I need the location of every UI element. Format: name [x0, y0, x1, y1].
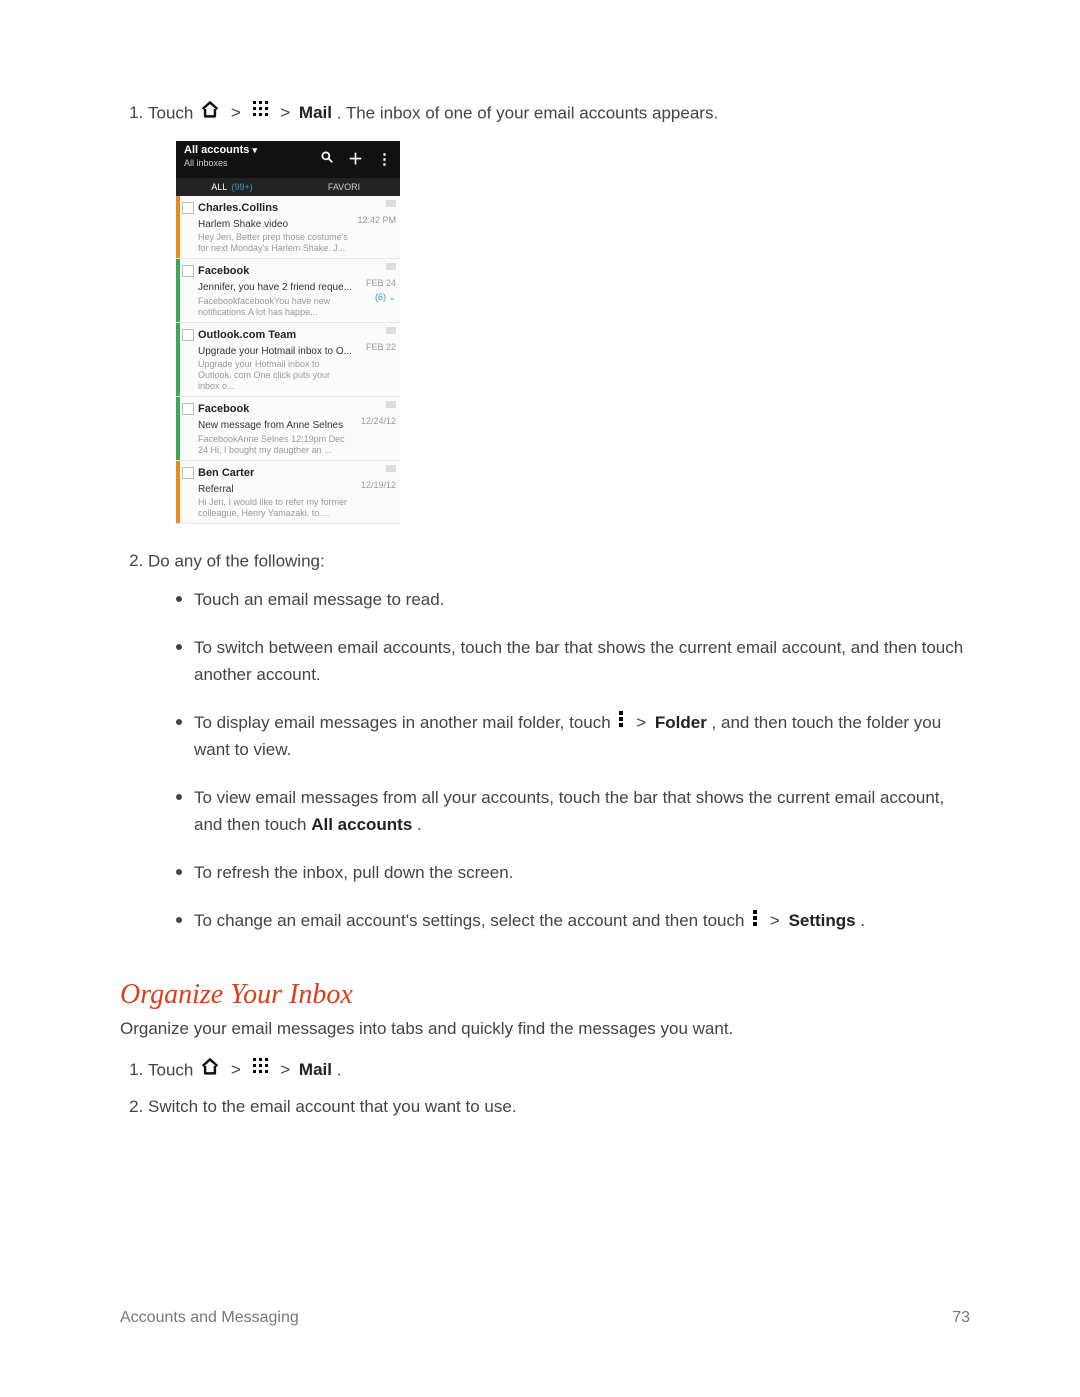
step1-prefix: Touch: [148, 103, 198, 122]
mail-time: FEB 22: [356, 341, 396, 355]
mail-list-item[interactable]: Ben CarterReferralHi Jen, I would like t…: [176, 461, 400, 525]
section-title: Organize Your Inbox: [120, 979, 970, 1011]
mail-checkbox[interactable]: [180, 397, 196, 460]
mail-preview: Hey Jen, Better prep those costume's for…: [198, 232, 354, 254]
mail-list-item[interactable]: FacebookNew message from Anne SelnesFace…: [176, 397, 400, 461]
mail-checkbox[interactable]: [180, 323, 196, 397]
mail-time: FEB 24: [356, 277, 396, 291]
mail-thread-count: (6) ⌄: [356, 291, 396, 305]
gt-2: >: [280, 103, 290, 122]
mail-time: 12:42 PM: [356, 214, 396, 228]
mail-time: 12/24/12: [356, 415, 396, 429]
organize-steps: Touch > > Mail . Switch to the email acc…: [120, 1057, 970, 1120]
mail-topbar[interactable]: All accounts ▾ All inboxes ＋ ⋮: [176, 141, 400, 178]
bullet-settings: To change an email account's settings, s…: [176, 908, 970, 935]
mail-sender: Facebook: [198, 401, 354, 418]
mail-preview: FacebookAnne Selnes 12:19pm Dec 24 Hi, I…: [198, 434, 354, 456]
apps-grid-icon: [252, 1057, 270, 1083]
mail-sender: Outlook.com Team: [198, 327, 354, 344]
mail-preview: FacebookfacebookYou have new notificatio…: [198, 296, 354, 318]
mail-sender: Ben Carter: [198, 465, 354, 482]
section-desc: Organize your email messages into tabs a…: [120, 1019, 970, 1039]
mail-sender: Charles.Collins: [198, 200, 354, 217]
compose-icon[interactable]: ＋: [348, 148, 363, 171]
flag-icon[interactable]: [386, 327, 396, 334]
step2-bullets: Touch an email message to read. To switc…: [148, 587, 970, 935]
mail-subject: Referral: [198, 482, 354, 498]
mail-subject: New message from Anne Selnes: [198, 418, 354, 434]
mail-list: Charles.CollinsHarlem Shake videoHey Jen…: [176, 196, 400, 525]
step2-intro: Do any of the following:: [148, 552, 325, 571]
mail-preview: Upgrade your Hotmail inbox to Outlook. c…: [198, 359, 354, 392]
apps-grid-icon: [252, 100, 270, 126]
page-footer: Accounts and Messaging 73: [120, 1309, 970, 1327]
settings-label: Settings: [789, 911, 856, 930]
bullet-folder: To display email messages in another mai…: [176, 710, 970, 763]
step1-suffix: . The inbox of one of your email account…: [337, 103, 718, 122]
home-icon: [200, 100, 220, 126]
mail-checkbox[interactable]: [180, 259, 196, 322]
mail-checkbox[interactable]: [180, 461, 196, 524]
mail-tabs: ALL (99+) FAVORI: [176, 178, 400, 196]
gt-1: >: [231, 103, 241, 122]
mail-subject: Upgrade your Hotmail inbox to O...: [198, 344, 354, 360]
mail-time: 12/19/12: [356, 479, 396, 493]
mail-preview: Hi Jen, I would like to refer my former …: [198, 497, 354, 519]
organize-step1: Touch > > Mail .: [148, 1057, 970, 1084]
mail-label: Mail: [299, 1060, 332, 1079]
mail-app-screenshot: All accounts ▾ All inboxes ＋ ⋮ ALL (9: [176, 141, 400, 525]
overflow-menu-icon: [751, 909, 759, 935]
bullet-all-accounts: To view email messages from all your acc…: [176, 785, 970, 838]
bullet-read: Touch an email message to read.: [176, 587, 970, 613]
account-switcher[interactable]: All accounts ▾ All inboxes: [184, 144, 257, 170]
topbar-title: All accounts: [184, 144, 249, 156]
bullet-switch-account: To switch between email accounts, touch …: [176, 635, 970, 688]
steps-list-first: Touch > > Mail . The inbox of one of you…: [120, 100, 970, 935]
flag-icon[interactable]: [386, 465, 396, 472]
footer-left: Accounts and Messaging: [120, 1309, 299, 1327]
mail-list-item[interactable]: Charles.CollinsHarlem Shake videoHey Jen…: [176, 196, 400, 260]
tab-all[interactable]: ALL (99+): [176, 178, 288, 196]
mail-list-item[interactable]: FacebookJennifer, you have 2 friend requ…: [176, 259, 400, 323]
tab-favorites[interactable]: FAVORI: [288, 178, 400, 196]
folder-label: Folder: [655, 713, 707, 732]
mail-list-item[interactable]: Outlook.com TeamUpgrade your Hotmail inb…: [176, 323, 400, 398]
home-icon: [200, 1057, 220, 1083]
search-icon[interactable]: [320, 148, 334, 171]
flag-icon[interactable]: [386, 263, 396, 270]
mail-subject: Jennifer, you have 2 friend reque...: [198, 280, 354, 296]
overflow-menu-icon[interactable]: ⋮: [377, 148, 392, 171]
organize-step2: Switch to the email account that you wan…: [148, 1094, 970, 1120]
mail-subject: Harlem Shake video: [198, 217, 354, 233]
mail-sender: Facebook: [198, 263, 354, 280]
step-2: Do any of the following: Touch an email …: [148, 548, 970, 934]
bullet-refresh: To refresh the inbox, pull down the scre…: [176, 860, 970, 886]
topbar-subtitle: All inboxes: [184, 157, 257, 170]
step1-mail: Mail: [299, 103, 332, 122]
footer-page-number: 73: [952, 1309, 970, 1327]
overflow-menu-icon: [617, 710, 625, 736]
step-1: Touch > > Mail . The inbox of one of you…: [148, 100, 970, 524]
flag-icon[interactable]: [386, 200, 396, 207]
all-accounts-label: All accounts: [311, 815, 412, 834]
mail-checkbox[interactable]: [180, 196, 196, 259]
flag-icon[interactable]: [386, 401, 396, 408]
